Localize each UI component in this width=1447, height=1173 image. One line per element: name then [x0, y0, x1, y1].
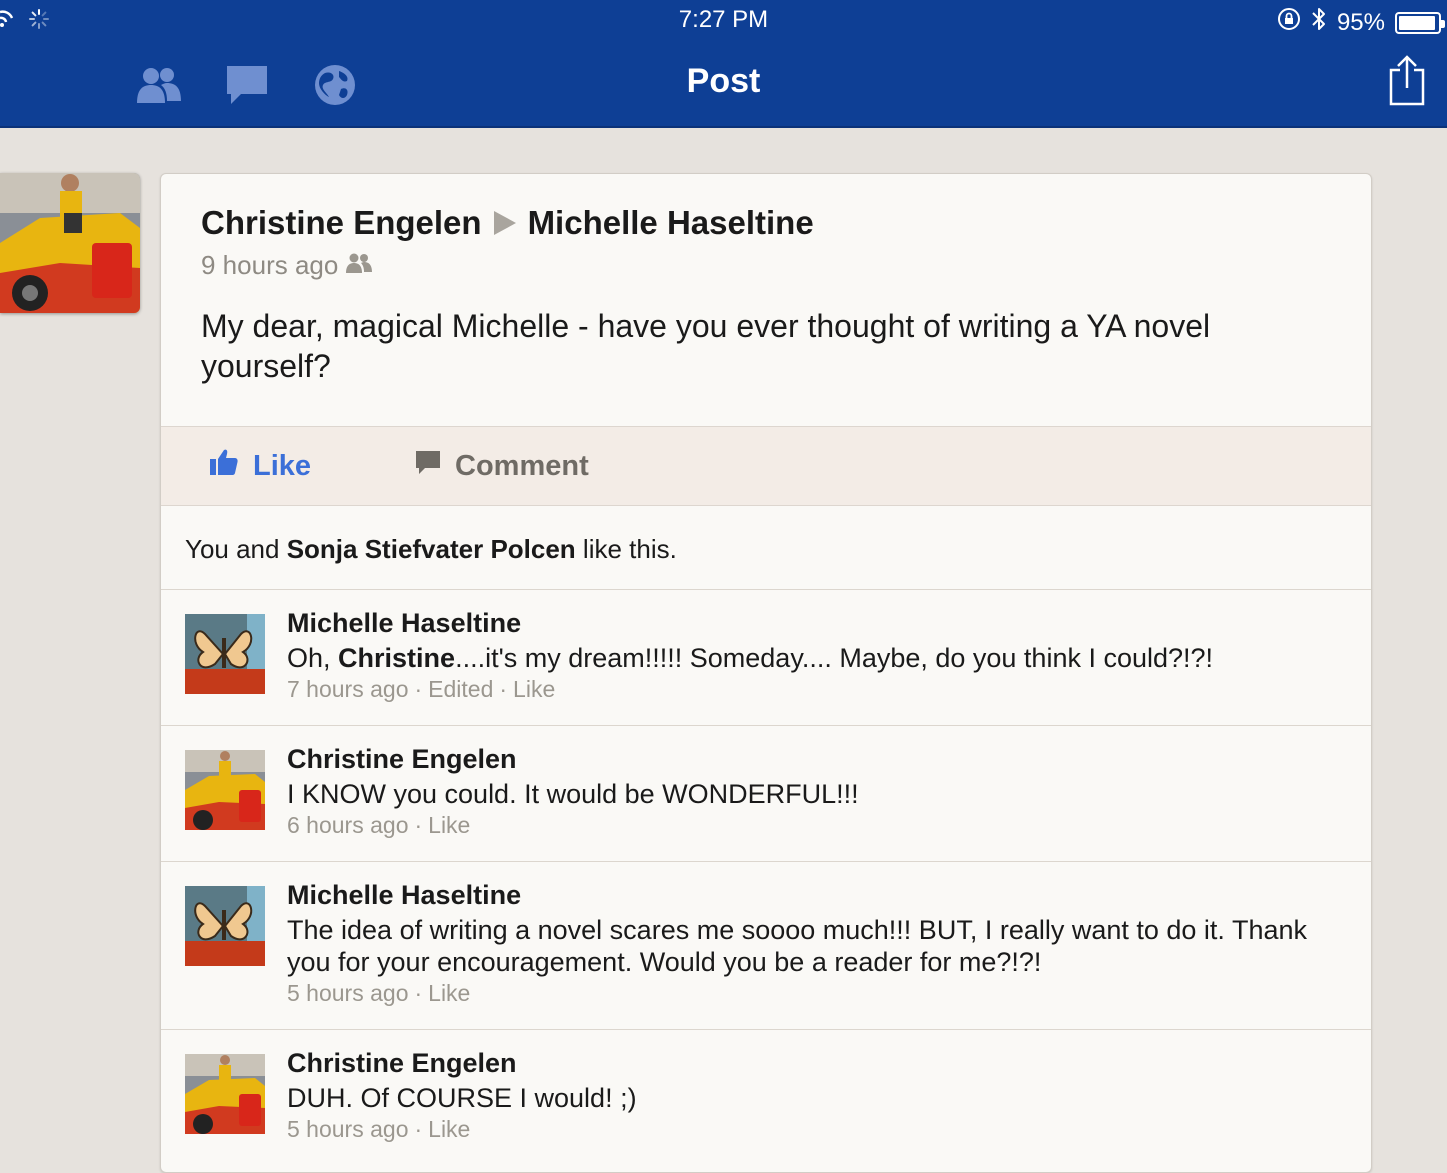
thumbs-up-icon: [209, 448, 239, 484]
post-card: Christine Engelen Michelle Haseltine 9 h…: [160, 173, 1372, 1173]
comment-time[interactable]: 5 hours ago: [287, 980, 408, 1006]
comment-bubble-icon: [415, 449, 441, 483]
post-author-avatar[interactable]: [0, 173, 140, 313]
page-title: Post: [686, 62, 761, 100]
separator: ·: [414, 676, 423, 702]
edited-label[interactable]: Edited: [428, 676, 493, 702]
like-button[interactable]: Like: [209, 427, 311, 505]
battery-icon: [1395, 11, 1445, 34]
to-arrow-icon: [493, 211, 516, 235]
bluetooth-icon: [1311, 6, 1327, 39]
battery-level: [1399, 15, 1436, 30]
comment-like-link[interactable]: Like: [428, 980, 470, 1006]
share-icon[interactable]: [1387, 54, 1427, 106]
comment-text: Oh, Christine....it's my dream!!!!! Some…: [287, 642, 1347, 674]
post-meta: 9 hours ago: [201, 250, 373, 281]
comment-button[interactable]: Comment: [415, 427, 1371, 505]
like-label: Like: [253, 449, 312, 482]
comment-text-part: Oh,: [287, 643, 339, 673]
comment-meta: 7 hours ago · Edited · Like: [287, 676, 555, 703]
post-target-name[interactable]: Michelle Haseltine: [528, 204, 814, 242]
liker-name[interactable]: Sonja Stiefvater Polcen: [287, 534, 576, 564]
comment-meta: 5 hours ago · Like: [287, 1116, 470, 1143]
post-author-name[interactable]: Christine Engelen: [201, 204, 482, 242]
comment-time[interactable]: 7 hours ago: [287, 676, 408, 702]
comment-like-link[interactable]: Like: [428, 1116, 470, 1142]
likes-prefix: You and: [185, 534, 287, 564]
likes-suffix: like this.: [575, 534, 677, 564]
separator: ·: [414, 1116, 423, 1142]
commenter-avatar[interactable]: [185, 1054, 265, 1134]
comment-time[interactable]: 5 hours ago: [287, 1116, 408, 1142]
status-bar-right: 95%: [1277, 6, 1445, 39]
friends-audience-icon: [346, 250, 373, 281]
comment-author[interactable]: Christine Engelen: [287, 1048, 517, 1079]
comment-time[interactable]: 6 hours ago: [287, 812, 408, 838]
post-body: My dear, magical Michelle - have you eve…: [201, 308, 1211, 384]
comment-item: Christine Engelen DUH. Of COURSE I would…: [161, 1030, 1371, 1165]
post-time[interactable]: 9 hours ago: [201, 250, 338, 281]
separator: ·: [499, 676, 508, 702]
separator: ·: [414, 812, 423, 838]
comment-author[interactable]: Christine Engelen: [287, 744, 517, 775]
status-time: 7:27 PM: [678, 6, 769, 33]
comment-text-part: ....it's my dream!!!!! Someday.... Maybe…: [455, 643, 1214, 673]
comment-item: Michelle Haseltine Oh, Christine....it's…: [161, 590, 1371, 725]
comment-text: I KNOW you could. It would be WONDERFUL!…: [287, 779, 859, 809]
comment-like-link[interactable]: Like: [428, 812, 470, 838]
comment-like-link[interactable]: Like: [513, 676, 555, 702]
commenter-avatar[interactable]: [185, 886, 265, 966]
comment-meta: 5 hours ago · Like: [287, 980, 470, 1007]
comment-author[interactable]: Michelle Haseltine: [287, 608, 521, 639]
comment-text: The idea of writing a novel scares me so…: [287, 915, 1307, 977]
mentioned-name[interactable]: Christine: [338, 643, 455, 673]
comment-label: Comment: [455, 449, 589, 482]
commenter-avatar[interactable]: [185, 750, 265, 830]
comment-meta: 6 hours ago · Like: [287, 812, 470, 839]
post-action-bar: Like Comment: [161, 426, 1371, 506]
comment-item: Michelle Haseltine The idea of writing a…: [161, 862, 1371, 1029]
commenter-avatar[interactable]: [185, 614, 265, 694]
comment-item: Christine Engelen I KNOW you could. It w…: [161, 726, 1371, 861]
comment-text: DUH. Of COURSE I would! ;): [287, 1083, 637, 1113]
top-bar: 7:27 PM 95% Post: [0, 0, 1447, 128]
orientation-lock-icon: [1277, 7, 1301, 38]
post-header: Christine Engelen Michelle Haseltine: [201, 204, 814, 242]
separator: ·: [414, 980, 423, 1006]
battery-percent: 95%: [1336, 8, 1385, 36]
comment-author[interactable]: Michelle Haseltine: [287, 880, 521, 911]
likes-summary: You and Sonja Stiefvater Polcen like thi…: [185, 534, 677, 565]
